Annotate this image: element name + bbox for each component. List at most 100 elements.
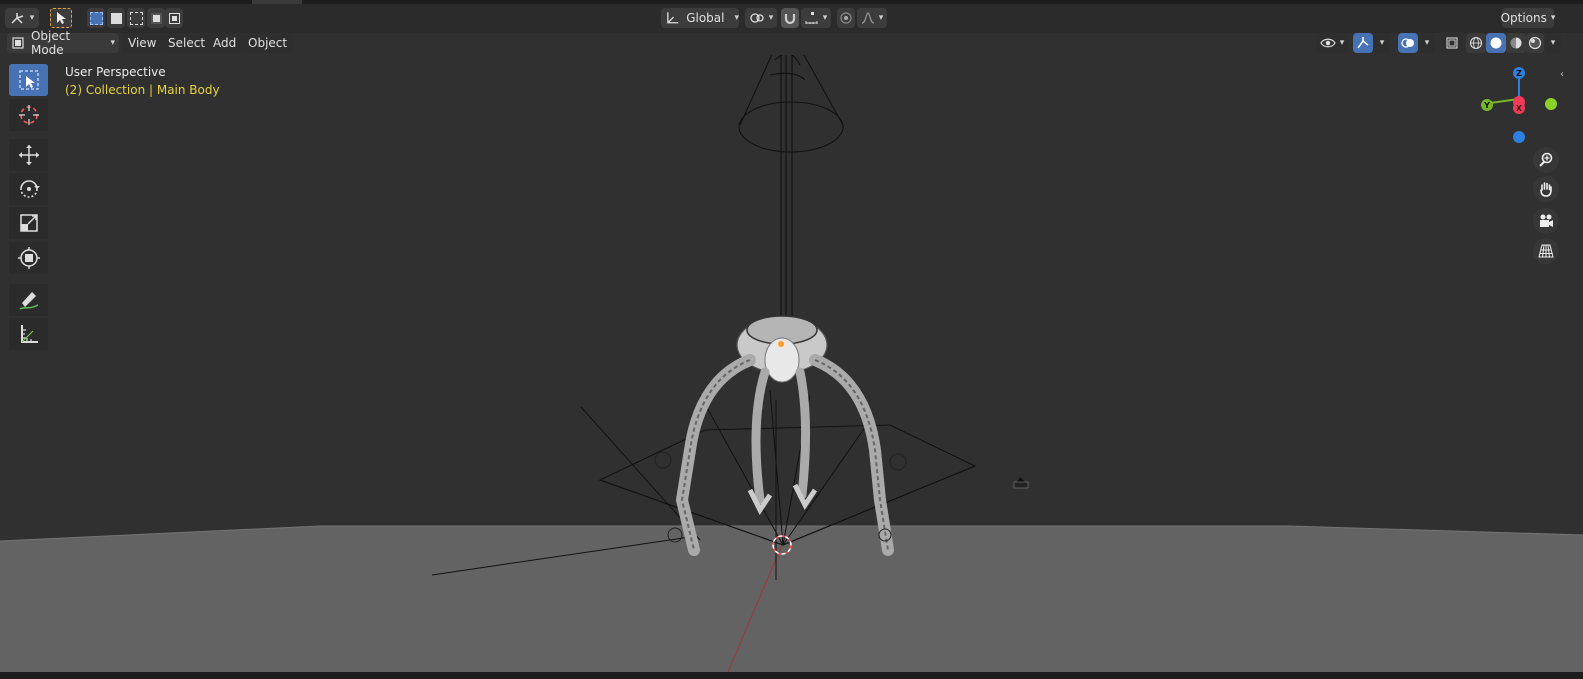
shading-solid-button[interactable] [1486, 33, 1506, 53]
transform-tool[interactable] [9, 242, 48, 274]
collection-info-label: (2) Collection | Main Body [65, 83, 220, 97]
menu-add[interactable]: Add [207, 33, 243, 53]
select-mode-intersect-button[interactable] [165, 8, 183, 28]
measure-tool[interactable] [9, 318, 48, 350]
proportional-edit-toggle[interactable] [837, 8, 855, 28]
visibility-dropdown[interactable]: ▾ [1316, 33, 1348, 53]
chevron-down-icon: ▾ [734, 13, 739, 23]
gizmo-z-axis[interactable]: Z [1513, 67, 1525, 79]
pencil-icon [19, 292, 38, 310]
chevron-down-icon: ▾ [1424, 38, 1430, 48]
shading-rendered-button[interactable] [1526, 33, 1544, 53]
select-intersect-icon [168, 12, 180, 24]
overlays-dropdown[interactable]: ▾ [1419, 33, 1435, 53]
select-mode-extend-button[interactable] [107, 8, 125, 28]
rotate-tool[interactable] [9, 173, 48, 205]
overlays-toggle-button[interactable] [1398, 33, 1418, 53]
editor-type-button[interactable]: ▾ [5, 8, 39, 28]
solid-sphere-icon [1490, 37, 1502, 49]
select-box-icon [18, 70, 39, 90]
camera-icon [1540, 214, 1553, 227]
scale-icon [19, 214, 38, 232]
proportional-falloff-dropdown[interactable]: ▾ [857, 8, 887, 28]
lamp-icon[interactable] [1013, 477, 1029, 489]
options-label: Options [1500, 11, 1547, 25]
orientation-label: Global [686, 11, 725, 25]
active-tool-outline [50, 8, 72, 28]
select-new-icon [89, 11, 103, 25]
gizmo-neg-z-axis[interactable] [1513, 131, 1525, 143]
sidebar-toggle-icon[interactable]: ‹ [1560, 69, 1564, 80]
chevron-down-icon: ▾ [1550, 13, 1556, 23]
options-dropdown[interactable]: Options ▾ [1500, 8, 1556, 28]
xray-toggle-button[interactable] [1442, 33, 1462, 53]
floor-plane [0, 526, 1583, 672]
menu-object[interactable]: Object [242, 33, 294, 53]
spotlight-object[interactable] [738, 55, 844, 340]
select-extend-icon [110, 12, 122, 24]
gizmo-dropdown[interactable]: ▾ [1374, 33, 1390, 53]
select-mode-difference-button[interactable] [147, 8, 165, 28]
pivot-point-dropdown[interactable]: ▾ [745, 8, 777, 28]
rotate-icon [19, 180, 40, 198]
transform-icon [17, 247, 40, 269]
annotate-tool[interactable] [9, 284, 48, 316]
viewport-header: ▾ Global ▾ ▾ ▾ ▾ Options ▾ [0, 0, 1583, 33]
gizmo-neg-y-axis[interactable] [1545, 98, 1557, 110]
transform-orientation-dropdown[interactable]: Global ▾ [661, 8, 739, 28]
view-perspective-label: User Perspective [65, 65, 166, 79]
select-difference-icon [150, 12, 162, 24]
gizmo-x-axis[interactable]: X [1513, 102, 1525, 114]
move-tool[interactable] [9, 139, 48, 171]
snap-increment-icon [805, 12, 818, 24]
xray-icon [1446, 37, 1458, 49]
material-sphere-icon [1510, 37, 1522, 49]
zoom-button[interactable] [1533, 147, 1559, 173]
area-divider [0, 672, 1583, 679]
snap-target-dropdown[interactable]: ▾ [801, 8, 831, 28]
object-mode-label: Object Mode [30, 29, 71, 57]
wireframe-sphere-icon [1469, 36, 1483, 50]
snap-toggle-button[interactable] [781, 8, 799, 28]
chevron-down-icon: ▾ [1339, 38, 1345, 48]
gizmo-y-axis[interactable]: Y [1481, 99, 1493, 111]
shading-dropdown[interactable]: ▾ [1545, 33, 1561, 53]
move-arrows-icon [18, 145, 39, 165]
rendered-sphere-icon [1528, 36, 1542, 50]
camera-view-button[interactable] [1533, 208, 1559, 234]
viewport-menu-row: Object Mode ▾ View Select Add Object ▾ ▾… [0, 29, 1583, 57]
select-mode-new-button[interactable] [87, 8, 105, 28]
menu-select[interactable]: Select [162, 33, 212, 53]
magnifier-plus-icon [1539, 152, 1553, 167]
menu-view[interactable]: View [122, 33, 163, 53]
select-subtract-icon [129, 11, 143, 25]
ruler-icon [20, 325, 38, 343]
perspective-toggle-button[interactable] [1533, 238, 1559, 264]
magnet-icon [784, 14, 796, 25]
proportional-edit-icon [840, 12, 852, 24]
shading-wireframe-button[interactable] [1466, 33, 1486, 53]
overlays-icon [1401, 38, 1414, 48]
gizmo-icon [1357, 37, 1369, 49]
object-mode-icon [12, 37, 24, 49]
scale-tool[interactable] [9, 207, 48, 239]
orientation-axes-icon [667, 12, 679, 24]
falloff-curve-icon [861, 12, 874, 24]
select-box-tool[interactable] [9, 64, 48, 96]
chevron-down-icon: ▾ [1550, 38, 1556, 48]
chevron-down-icon: ▾ [768, 13, 774, 23]
cursor-tool[interactable] [9, 99, 48, 131]
gizmo-toggle-button[interactable] [1353, 33, 1373, 53]
editor-type-icon [11, 13, 23, 24]
shading-material-button[interactable] [1506, 33, 1526, 53]
chevron-down-icon: ▾ [110, 38, 116, 48]
3d-viewport[interactable]: User Perspective (2) Collection | Main B… [0, 55, 1583, 672]
select-mode-subtract-button[interactable] [127, 8, 145, 28]
eye-icon [1320, 38, 1336, 48]
chevron-down-icon: ▾ [822, 13, 828, 23]
object-mode-dropdown[interactable]: Object Mode ▾ [7, 29, 119, 57]
pan-button[interactable] [1533, 176, 1559, 202]
workspace-tab-stub [252, 0, 302, 4]
grid-perspective-icon [1538, 244, 1554, 258]
hand-icon [1540, 182, 1552, 197]
